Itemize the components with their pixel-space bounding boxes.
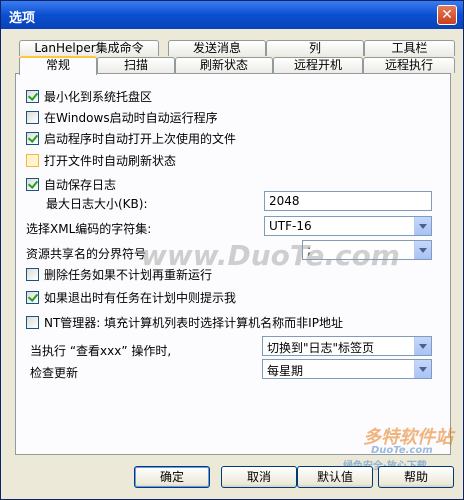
check-update-select[interactable]: 每星期 xyxy=(262,359,432,379)
max-log-label: 最大日志大小(KB): xyxy=(46,197,148,211)
chevron-down-icon[interactable] xyxy=(414,337,431,355)
minimize-tray-checkbox[interactable] xyxy=(26,89,39,103)
chevron-down-icon[interactable] xyxy=(414,360,431,378)
duote-logo-sub-watermark: DuoTe.com xyxy=(371,445,433,456)
check-update-value: 每星期 xyxy=(267,364,304,378)
autosave-log-checkbox[interactable] xyxy=(26,177,39,191)
tab-wake-on-lan[interactable]: 远程开机 xyxy=(273,57,363,73)
refresh-on-open-option[interactable]: 打开文件时自动刷新状态 xyxy=(26,152,176,168)
autosave-log-option[interactable]: 自动保存日志 xyxy=(26,176,116,192)
startup-windows-option[interactable]: 在Windows启动时自动运行程序 xyxy=(26,109,218,125)
tab-remote-exec[interactable]: 远程执行 xyxy=(363,57,455,73)
exit-prompt-label: 如果退出时有任务在计划中则提示我 xyxy=(44,290,237,305)
view-action-label: 当执行 “查看xxx” 操作时, xyxy=(30,344,172,358)
tab-toolbar[interactable]: 工具栏 xyxy=(364,40,455,56)
window-title: 选项 xyxy=(9,11,36,26)
exit-prompt-checkbox[interactable] xyxy=(26,290,39,304)
tab-scan[interactable]: 扫描 xyxy=(97,57,175,73)
nt-manager-label: NT管理器: 填充计算机列表时选择计算机名称而非IP地址 xyxy=(44,315,343,330)
open-last-file-option[interactable]: 启动程序时自动打开上次使用的文件 xyxy=(26,130,236,146)
tab-lanhelper-commands[interactable]: LanHelper集成命令 xyxy=(19,40,159,56)
open-last-file-checkbox[interactable] xyxy=(26,131,39,145)
view-action-select[interactable]: 切换到"日志"标签页 xyxy=(262,336,432,356)
help-button[interactable]: 帮助 xyxy=(378,466,454,488)
options-dialog: 选项 ✕ LanHelper集成命令 发送消息 列 工具栏 常规 扫描 刷新状态… xyxy=(0,0,464,500)
nt-manager-checkbox[interactable] xyxy=(26,315,39,329)
xml-charset-value: UTF-16 xyxy=(269,219,312,233)
default-values-button[interactable]: 默认值 xyxy=(297,466,373,488)
check-update-label: 检查更新 xyxy=(30,366,79,380)
xml-charset-label: 选择XML编码的字符集: xyxy=(26,222,152,236)
startup-windows-checkbox[interactable] xyxy=(26,110,39,124)
minimize-tray-label: 最小化到系统托盘区 xyxy=(44,89,153,104)
chevron-down-icon[interactable] xyxy=(414,241,431,259)
close-button[interactable]: ✕ xyxy=(437,5,457,25)
refresh-on-open-checkbox[interactable] xyxy=(26,153,39,167)
open-last-file-label: 启动程序时自动打开上次使用的文件 xyxy=(44,131,237,146)
duote-watermark: www.DuoTe.com xyxy=(141,239,400,272)
title-bar[interactable]: 选项 ✕ xyxy=(1,1,463,29)
xml-charset-select[interactable]: UTF-16 xyxy=(264,216,432,236)
tab-send-message[interactable]: 发送消息 xyxy=(168,40,266,56)
delete-task-checkbox[interactable] xyxy=(26,267,39,281)
max-log-size-input[interactable]: 2048 xyxy=(264,191,432,211)
share-separator-label: 资源共享名的分界符号 xyxy=(26,247,147,261)
refresh-on-open-label: 打开文件时自动刷新状态 xyxy=(44,153,177,168)
tab-columns[interactable]: 列 xyxy=(266,40,364,56)
autosave-log-label: 自动保存日志 xyxy=(44,177,117,192)
startup-windows-label: 在Windows启动时自动运行程序 xyxy=(44,110,218,125)
ok-button[interactable]: 确定 xyxy=(134,466,210,488)
tab-refresh-status[interactable]: 刷新状态 xyxy=(175,57,273,73)
exit-prompt-option[interactable]: 如果退出时有任务在计划中则提示我 xyxy=(26,289,236,305)
tab-general[interactable]: 常规 xyxy=(19,56,97,75)
cancel-button[interactable]: 取消 xyxy=(221,466,297,488)
nt-manager-option[interactable]: NT管理器: 填充计算机列表时选择计算机名称而非IP地址 xyxy=(26,314,343,330)
view-action-value: 切换到"日志"标签页 xyxy=(267,341,375,355)
chevron-down-icon[interactable] xyxy=(414,217,431,235)
minimize-tray-option[interactable]: 最小化到系统托盘区 xyxy=(26,88,152,104)
